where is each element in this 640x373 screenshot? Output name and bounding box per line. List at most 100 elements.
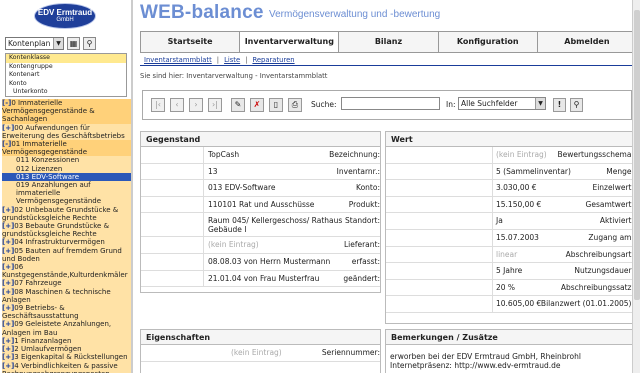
tree-node-label: 05 Bauten auf fremdem Grund und Boden <box>2 246 122 263</box>
tree-node[interactable]: [+]05 Bauten auf fremdem Grund und Boden <box>2 246 131 263</box>
field-value: 15.07.2003 <box>496 232 539 242</box>
search-scope-select[interactable]: Alle Suchfelder ▼ <box>458 97 546 110</box>
tab-startseite[interactable]: Startseite <box>141 32 241 52</box>
scrollbar-thumb[interactable] <box>634 10 640 300</box>
subnav-inventarstammblatt[interactable]: Inventarstammblatt <box>144 56 212 64</box>
field-row: Lieferant: (kein Eintrag) <box>141 237 380 254</box>
tab-konfiguration[interactable]: Konfiguration <box>438 32 538 52</box>
expand-icon[interactable]: [+] <box>2 337 14 345</box>
field-value-cell: 5 Jahre <box>492 263 634 279</box>
dropdown-option[interactable]: Kontenklasse <box>6 54 126 63</box>
tree-node-label: 07 Fahrzeuge <box>14 279 62 288</box>
help-button[interactable]: ! <box>553 98 566 112</box>
app-title: WEB-balance <box>140 2 264 23</box>
tree-node-label: 09 Betriebs- & Geschäftsausstattung <box>2 304 79 321</box>
expand-icon[interactable]: [+] <box>2 124 14 132</box>
tree-node[interactable]: [+]3 Eigenkapital & Rückstellungen <box>2 353 131 361</box>
tree-node[interactable]: 019 Anzahlungen auf immaterielle Vermöge… <box>2 181 131 206</box>
subnav-liste[interactable]: Liste <box>224 56 240 64</box>
find-button[interactable]: ⚲ <box>570 98 583 112</box>
field-value-cell: linear <box>492 246 634 263</box>
expand-icon[interactable]: [+] <box>2 247 14 255</box>
field-value-cell: (kein Eintrag) <box>492 147 634 163</box>
gegenstand-fields: Bezeichnung: TopCash Inventarnr.: 13 Konto: 0… <box>141 147 380 288</box>
last-record-button[interactable]: ›| <box>208 98 222 112</box>
field-value: 15.150,00 € <box>496 199 542 209</box>
new-record-button[interactable]: ▯ <box>269 98 283 112</box>
field-value: (kein Eintrag) <box>231 348 282 357</box>
kontenplan-select[interactable]: Kontenplan ▼ <box>5 37 64 50</box>
dropdown-option[interactable]: Kontenart <box>6 71 126 80</box>
field-row: Bilanzwert (01.01.2005): 10.605,00 € <box>386 296 634 313</box>
tree-node[interactable]: 012 Lizenzen <box>2 165 131 173</box>
tree-node-label: 011 Konzessionen <box>16 156 80 165</box>
expand-icon[interactable]: [+] <box>2 362 14 370</box>
tree-node[interactable]: [-]01 Immaterielle Vermögensgegenstände <box>2 140 131 157</box>
expand-icon[interactable]: [+] <box>2 320 14 328</box>
collapse-icon[interactable]: [-] <box>2 140 11 148</box>
expand-icon[interactable]: [+] <box>2 222 14 230</box>
field-value-cell: 10.605,00 € <box>492 296 634 312</box>
dropdown-option[interactable]: Kontengruppe <box>6 63 126 72</box>
binoculars-icon: ⚲ <box>86 39 93 48</box>
field-value-cell: TopCash <box>203 147 380 163</box>
field-value-cell: 15.150,00 € <box>492 196 634 213</box>
search-label: Suche: <box>311 100 337 109</box>
tree-node[interactable]: [+]00 Aufwendungen für Erweiterung des G… <box>2 123 131 140</box>
expand-icon[interactable]: [+] <box>2 263 14 271</box>
subnav-reparaturen[interactable]: Reparaturen <box>252 56 294 64</box>
field-value: 21.01.04 von Frau Musterfrau <box>208 273 320 283</box>
binoculars-search-button[interactable]: ⚲ <box>83 37 96 50</box>
field-value: 20 % <box>496 282 516 292</box>
tree-node[interactable]: [+]09 Geleistete Anzahlungen, Anlagen im… <box>2 320 131 336</box>
eigenschaften-fields: Seriennummer: (kein Eintrag) <box>141 345 380 362</box>
tree-node[interactable]: [+]02 Unbebaute Grundstücke & grundstück… <box>2 206 131 222</box>
tree-node[interactable]: [+]08 Maschinen & technische Anlagen <box>2 288 131 304</box>
next-record-button[interactable]: › <box>189 98 203 112</box>
tree-node[interactable]: [+]06 Kunstgegenstände,Kulturdenkmäler <box>2 263 131 279</box>
expand-icon[interactable]: [+] <box>2 238 14 246</box>
main-menu: Startseite Inventarverwaltung Bilanz Kon… <box>140 31 637 53</box>
expand-icon[interactable]: [+] <box>2 304 14 312</box>
tree-node[interactable]: [+]04 Infrastrukturvermögen <box>2 238 131 246</box>
tree-node[interactable]: [+]2 Umlaufvermögen <box>2 345 131 353</box>
field-row: Nutzungsdauer: 5 Jahre <box>386 263 634 280</box>
expand-icon[interactable]: [+] <box>2 353 14 361</box>
collapse-icon[interactable]: [-] <box>2 99 11 107</box>
tree-node[interactable]: 013 EDV-Software <box>2 172 131 182</box>
search-input[interactable] <box>341 97 440 110</box>
tab-inventarverwaltung[interactable]: Inventarverwaltung <box>240 32 340 52</box>
expand-icon[interactable]: [+] <box>2 279 14 287</box>
expand-icon[interactable]: [+] <box>2 206 14 214</box>
tree-node-label: 03 Bebaute Grundstücke & grundstücksglei… <box>2 222 110 239</box>
edit-button[interactable]: ✎ <box>231 98 245 112</box>
first-record-button[interactable]: |‹ <box>151 98 165 112</box>
expand-icon[interactable]: [+] <box>2 345 14 353</box>
tree-node[interactable]: [+]07 Fahrzeuge <box>2 279 131 288</box>
gegenstand-panel: Gegenstand Bezeichnung: TopCash Inventarnr… <box>140 131 381 293</box>
field-row: Gesamtwert: 15.150,00 € <box>386 196 634 214</box>
tree-node[interactable]: [-]0 Immaterielle Vermögensgegenstände &… <box>2 99 131 124</box>
tree-node[interactable]: [+]09 Betriebs- & Geschäftsausstattung <box>2 304 131 321</box>
tree-node-label: 00 Aufwendungen für Erweiterung des Gesc… <box>2 123 125 140</box>
expand-icon[interactable]: [+] <box>2 288 14 296</box>
delete-button[interactable]: ✗ <box>250 98 264 112</box>
field-row: Abschreibungssatz: 20 % <box>386 279 634 297</box>
print-button[interactable]: ⎙ <box>288 98 302 112</box>
tree-node[interactable]: [+]03 Bebaute Grundstücke & grundstücksg… <box>2 222 131 239</box>
page-scrollbar[interactable] <box>632 0 640 373</box>
tab-bilanz[interactable]: Bilanz <box>339 32 439 52</box>
field-row: Menge: 5 (Sammelinventar) <box>386 163 634 181</box>
new-document-icon: ▯ <box>273 100 279 109</box>
field-row: Produkt: 110101 Rat und Ausschüsse <box>141 196 380 214</box>
tab-abmelden[interactable]: Abmelden <box>537 32 637 52</box>
panel-title: Wert <box>386 132 634 147</box>
dropdown-option[interactable]: Unterkonto <box>6 88 126 97</box>
tree-node[interactable]: [+]1 Finanzanlagen <box>2 337 131 345</box>
sub-navigation: Inventarstammblatt | Liste | Reparaturen <box>144 56 295 64</box>
dropdown-option[interactable]: Konto <box>6 80 126 89</box>
tree-node[interactable]: [+]4 Verbindlichkeiten & passive Rechnun… <box>2 362 131 373</box>
previous-record-button[interactable]: ‹ <box>170 98 184 112</box>
tree-view-button[interactable]: ▦ <box>67 37 80 50</box>
tree-node[interactable]: 011 Konzessionen <box>2 156 131 165</box>
